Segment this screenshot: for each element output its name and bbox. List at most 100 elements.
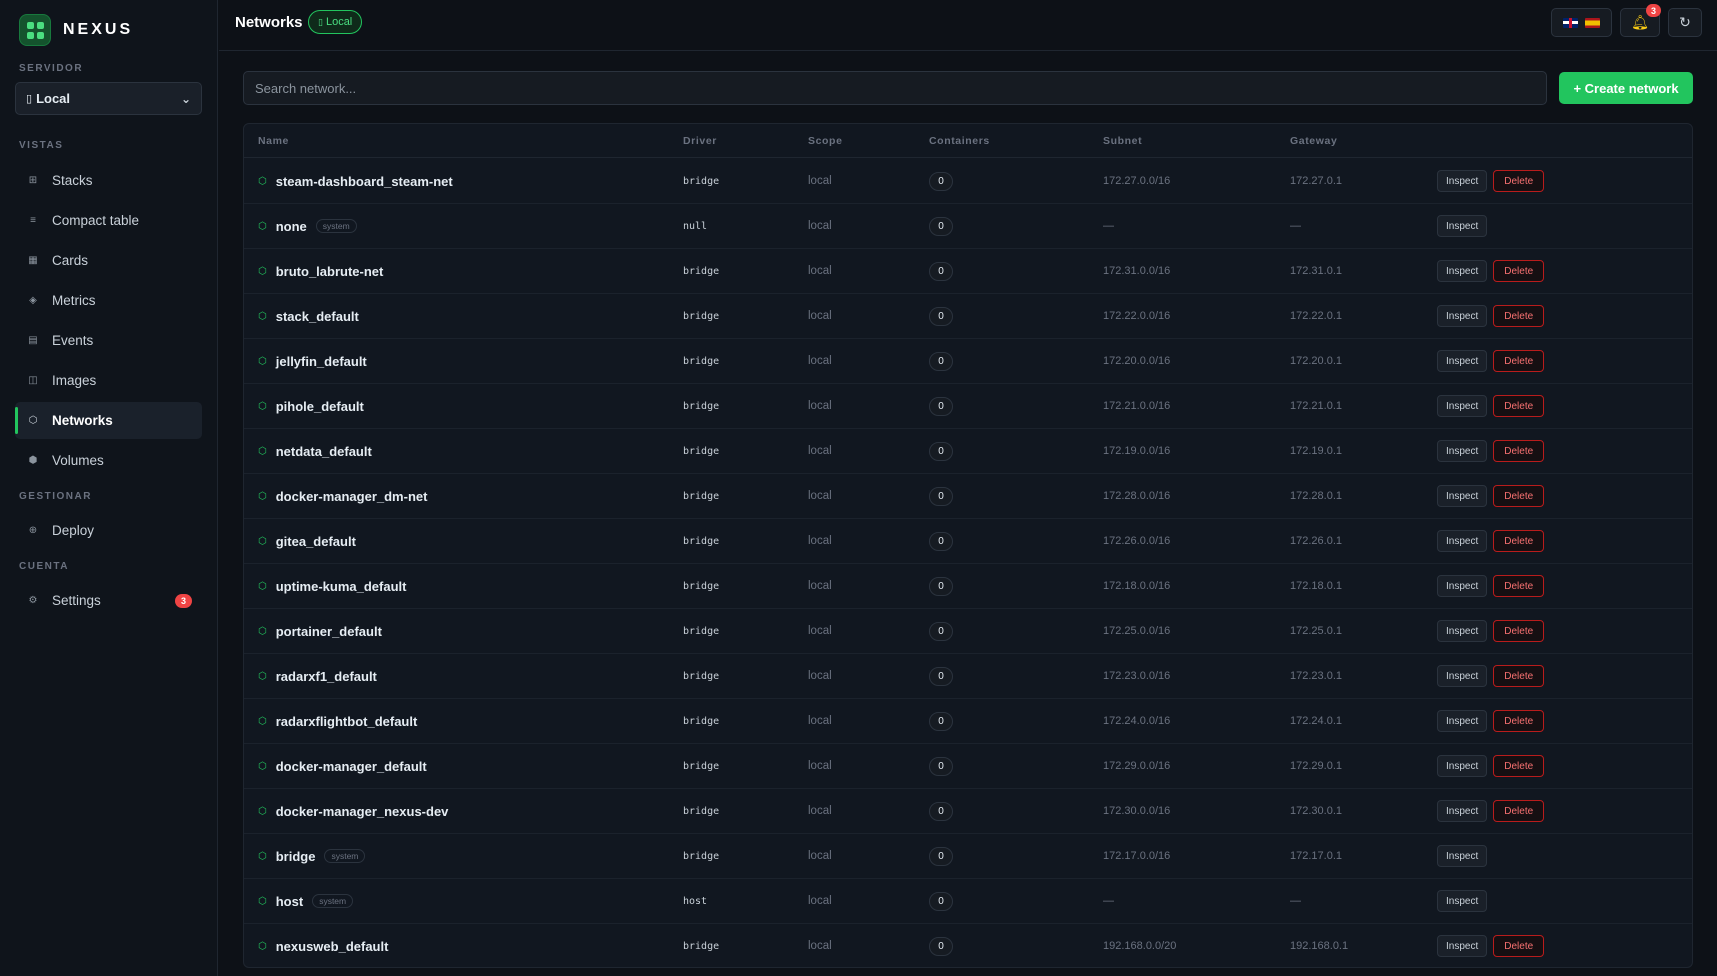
delete-button[interactable]: Delete [1493,395,1545,417]
inspect-button[interactable]: Inspect [1437,800,1488,822]
network-icon: ⬡ [28,415,38,426]
delete-button[interactable]: Delete [1493,620,1545,642]
network-name-cell: ⬡ gitea_default [258,519,356,563]
network-gateway: 172.27.0.1 [1290,175,1342,187]
delete-button[interactable]: Delete [1493,575,1545,597]
inspect-button[interactable]: Inspect [1437,395,1488,417]
containers-count: 0 [929,891,953,911]
network-icon: ⬡ [258,265,267,277]
sidebar-item-stacks[interactable]: ⊞ Stacks [15,162,202,199]
inspect-button[interactable]: Inspect [1437,575,1488,597]
network-scope: local [808,355,832,367]
inspect-button[interactable]: Inspect [1437,260,1488,282]
delete-button[interactable]: Delete [1493,350,1545,372]
table-row: ⬡ steam-dashboard_steam-net bridge local 0 17… [244,159,1692,204]
server-select[interactable]: ▯ Local ⌄ [15,82,202,115]
network-driver: bridge [683,535,720,547]
column-header-driver: Driver [683,135,717,147]
network-name-cell: ⬡ bridge system [258,834,366,878]
sidebar-item-events[interactable]: ▤ Events [15,322,202,359]
network-driver: bridge [683,265,720,277]
delete-button[interactable]: Delete [1493,260,1545,282]
network-driver: bridge [683,355,720,367]
row-actions: Inspect Delete [1437,249,1545,293]
network-name: uptime-kuma_default [275,578,407,594]
delete-button[interactable]: Delete [1493,665,1545,687]
delete-button[interactable]: Delete [1493,935,1545,957]
network-gateway: 172.21.0.1 [1290,400,1342,412]
create-network-button[interactable]: + Create network [1559,72,1693,104]
network-name: bruto_labrute-net [275,263,384,279]
inspect-button[interactable]: Inspect [1437,710,1488,732]
network-subnet: 172.25.0.0/16 [1103,625,1171,637]
containers-cell: 0 [929,834,953,878]
containers-count: 0 [929,531,953,551]
delete-button[interactable]: Delete [1493,755,1545,777]
network-scope: local [808,805,832,817]
delete-button[interactable]: Delete [1493,170,1545,192]
network-gateway: 172.19.0.1 [1290,445,1342,457]
containers-cell: 0 [929,789,953,833]
uk-flag-icon[interactable] [1563,17,1578,28]
table-row: ⬡ netdata_default bridge local 0 172.19.0.0/1… [244,429,1692,474]
inspect-button[interactable]: Inspect [1437,665,1488,687]
network-scope: local [808,760,832,772]
sidebar-item-cards[interactable]: ▦ Cards [15,242,202,279]
network-name: steam-dashboard_steam-net [275,173,453,189]
sidebar-item-networks[interactable]: ⬡ Networks [15,402,202,439]
delete-button[interactable]: Delete [1493,440,1545,462]
settings-badge: 3 [175,594,192,608]
sidebar-item-volumes[interactable]: ⬢ Volumes [15,442,202,479]
network-gateway: 172.30.0.1 [1290,805,1342,817]
list-icon: ≡ [30,215,36,226]
inspect-button[interactable]: Inspect [1437,350,1488,372]
table-row: ⬡ host system host local 0 — — Inspect [244,879,1692,924]
network-name-cell: ⬡ docker-manager_default [258,744,427,788]
sidebar-item-metrics[interactable]: ◈ Metrics [15,282,202,319]
inspect-button[interactable]: Inspect [1437,305,1488,327]
table-row: ⬡ bridge system bridge local 0 172.17.0.0/16 17… [244,834,1692,879]
events-icon: ▤ [28,335,38,346]
language-switcher [1551,8,1612,37]
delete-button[interactable]: Delete [1493,800,1545,822]
brand[interactable]: NEXUS [19,14,133,46]
inspect-button[interactable]: Inspect [1437,755,1488,777]
delete-button[interactable]: Delete [1493,530,1545,552]
network-subnet: 172.29.0.0/16 [1103,760,1171,772]
inspect-button[interactable]: Inspect [1437,440,1488,462]
row-actions: Inspect Delete [1437,744,1545,788]
sidebar-item-settings[interactable]: ⚙ Settings 3 [15,582,202,619]
delete-button[interactable]: Delete [1493,710,1545,732]
inspect-button[interactable]: Inspect [1437,485,1488,507]
network-driver: bridge [683,805,720,817]
network-scope: local [808,895,832,907]
containers-count: 0 [929,621,953,641]
network-subnet: — [1103,220,1114,232]
search-input[interactable] [243,71,1547,105]
network-subnet: 172.19.0.0/16 [1103,445,1171,457]
network-name: host [275,893,304,909]
inspect-button[interactable]: Inspect [1437,620,1488,642]
delete-button[interactable]: Delete [1493,305,1545,327]
inspect-button[interactable]: Inspect [1437,935,1488,957]
inspect-button[interactable]: Inspect [1437,170,1488,192]
delete-button[interactable]: Delete [1493,485,1545,507]
network-icon: ⬡ [258,310,267,322]
sidebar-item-deploy[interactable]: ⊕ Deploy [15,512,202,549]
network-name: docker-manager_nexus-dev [275,803,449,819]
column-header-name: Name [258,135,289,147]
row-actions: Inspect Delete [1437,519,1545,563]
refresh-button[interactable]: ↻ [1668,8,1702,37]
sidebar-item-compact-table[interactable]: ≡ Compact table [15,202,202,239]
network-name-cell: ⬡ radarxf1_default [258,654,377,698]
containers-cell: 0 [929,654,953,698]
network-scope: local [808,220,832,232]
inspect-button[interactable]: Inspect [1437,890,1488,912]
inspect-button[interactable]: Inspect [1437,530,1488,552]
es-flag-icon[interactable] [1585,17,1600,28]
inspect-button[interactable]: Inspect [1437,215,1488,237]
notifications-button[interactable]: 🔔︎ 3 [1620,4,1661,37]
network-gateway: 172.31.0.1 [1290,265,1342,277]
inspect-button[interactable]: Inspect [1437,845,1488,867]
sidebar-item-images[interactable]: ◫ Images [15,362,202,399]
